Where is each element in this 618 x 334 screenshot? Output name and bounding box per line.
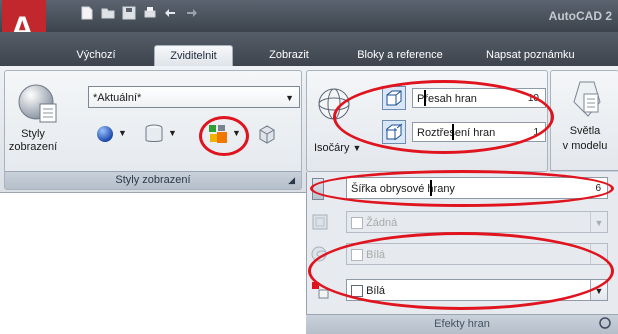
visual-style-value: *Aktuální* — [93, 92, 142, 104]
isolines-dropdown-icon: ▼ — [352, 143, 362, 153]
tab-zviditelnit[interactable]: Zviditelnit — [154, 45, 233, 66]
lights-label-line2: v modelu — [562, 140, 608, 152]
xray-cube-icon[interactable] — [256, 123, 278, 145]
highlight-ring — [333, 80, 554, 154]
face-style-cylinder-icon[interactable] — [144, 123, 164, 145]
obscured-color-select[interactable]: Žádná ▼ — [346, 211, 608, 233]
pin-icon[interactable] — [598, 316, 612, 330]
sphere-dropdown-icon[interactable]: ▼ — [118, 128, 127, 138]
styles-label-line1: Styly — [21, 128, 45, 140]
visual-styles-panel-title: Styly zobrazení — [5, 171, 301, 189]
print-icon[interactable] — [143, 6, 157, 20]
highlight-ring — [199, 116, 249, 156]
lights-in-model-icon[interactable] — [570, 80, 604, 120]
tab-zobrazit[interactable]: Zobrazit — [256, 45, 322, 65]
obscured-color-value: Žádná — [366, 217, 398, 229]
open-folder-icon[interactable] — [101, 6, 115, 20]
chevron-down-icon: ▼ — [590, 212, 607, 232]
shaded-sphere-icon[interactable] — [96, 125, 114, 143]
tab-bloky-a-reference[interactable]: Bloky a reference — [340, 45, 460, 65]
visual-styles-manager-button[interactable]: Styly zobrazení — [5, 128, 61, 154]
isolines-button[interactable]: Isočáry ▼ — [314, 142, 361, 154]
new-file-icon[interactable] — [80, 6, 94, 20]
save-icon[interactable] — [122, 6, 136, 20]
app-title: AutoCAD 2 — [548, 9, 612, 23]
visual-style-select[interactable]: *Aktuální* ▼ — [88, 86, 300, 108]
styles-label-line2: zobrazení — [8, 141, 58, 153]
undo-icon[interactable] — [164, 6, 178, 20]
obscured-edges-icon[interactable] — [310, 212, 330, 232]
tab-vychozi[interactable]: Výchozí — [60, 45, 132, 65]
redo-icon[interactable] — [184, 6, 198, 20]
edge-effects-panel-title: Efekty hran — [306, 314, 618, 334]
tab-napsat-poznamku[interactable]: Napsat poznámku — [486, 45, 618, 65]
highlight-ring — [308, 232, 614, 310]
panel-launcher-icon[interactable]: ◢ — [288, 175, 295, 186]
chevron-down-icon: ▼ — [285, 93, 294, 103]
isolines-label: Isočáry — [314, 142, 350, 154]
lights-label-line1: Světla — [569, 125, 601, 137]
visual-styles-manager-icon[interactable] — [16, 82, 60, 126]
lights-in-model-button[interactable]: Světla v modelu — [552, 124, 618, 154]
cylinder-dropdown-icon[interactable]: ▼ — [168, 128, 177, 138]
highlight-ring — [310, 170, 614, 207]
color-swatch — [351, 217, 363, 230]
